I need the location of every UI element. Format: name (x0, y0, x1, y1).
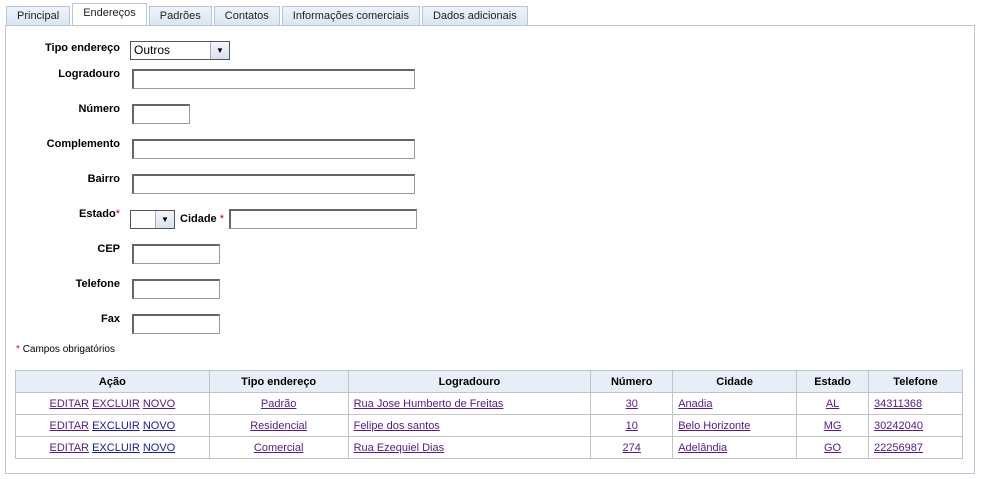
cep-input[interactable] (132, 244, 220, 264)
tipo-endereco-value: Outros (134, 43, 171, 57)
numero-link[interactable]: 10 (626, 420, 638, 432)
telefone-input[interactable] (132, 279, 220, 299)
tab-informacoes-comerciais[interactable]: Informações comerciais (281, 6, 420, 25)
fax-label: Fax (101, 313, 120, 325)
estado-link[interactable]: MG (824, 420, 842, 432)
numero-link[interactable]: 30 (626, 398, 638, 410)
tab-padroes[interactable]: Padrões (148, 6, 212, 25)
telefone-link[interactable]: 30242040 (874, 420, 923, 432)
required-note-text: Campos obrigatórios (22, 344, 115, 355)
col-numero: Número (590, 370, 674, 393)
bairro-input[interactable] (132, 174, 415, 194)
logradouro-link[interactable]: Felipe dos santos (354, 420, 440, 432)
tab-bar: Principal Endereços Padrões Contatos Inf… (6, 3, 528, 25)
editar-link[interactable]: EDITAR (49, 398, 89, 410)
fax-input[interactable] (132, 314, 220, 334)
complemento-input[interactable] (132, 139, 415, 159)
bairro-label: Bairro (87, 173, 120, 185)
col-tipo: Tipo endereço (208, 370, 349, 393)
editar-link[interactable]: EDITAR (49, 420, 89, 432)
tipo-endereco-label: Tipo endereço (45, 42, 120, 54)
tab-enderecos[interactable]: Endereços (72, 3, 147, 25)
tipo-link[interactable]: Comercial (254, 442, 304, 454)
excluir-link[interactable]: EXCLUIR (92, 420, 140, 432)
tipo-link[interactable]: Padrão (261, 398, 296, 410)
telefone-link[interactable]: 22256987 (874, 442, 923, 454)
table-row: EDITAR EXCLUIR NOVO Residencial Felipe d… (15, 414, 963, 437)
required-mark: * (219, 213, 225, 225)
excluir-link[interactable]: EXCLUIR (92, 398, 140, 410)
required-mark: * (16, 344, 20, 355)
tab-principal[interactable]: Principal (6, 6, 71, 25)
excluir-link[interactable]: EXCLUIR (92, 442, 140, 454)
logradouro-link[interactable]: Rua Jose Humberto de Freitas (354, 398, 504, 410)
table-header: Ação Tipo endereço Logradouro Número Cid… (15, 370, 963, 393)
logradouro-input[interactable] (132, 69, 415, 89)
logradouro-label: Logradouro (58, 68, 120, 80)
numero-link[interactable]: 274 (623, 442, 641, 454)
estado-link[interactable]: GO (824, 442, 841, 454)
cidade-input[interactable] (229, 209, 417, 229)
required-mark: * (115, 208, 120, 220)
complemento-label: Complemento (46, 138, 120, 150)
addresses-table: Ação Tipo endereço Logradouro Número Cid… (15, 370, 963, 459)
numero-input[interactable] (132, 104, 190, 124)
tab-dados-adicionais[interactable]: Dados adicionais (421, 6, 528, 25)
novo-link[interactable]: NOVO (143, 420, 175, 432)
estado-label: Estado (79, 208, 116, 220)
col-cidade: Cidade (672, 370, 798, 393)
table-row: EDITAR EXCLUIR NOVO Comercial Rua Ezequi… (15, 436, 963, 459)
cidade-label: Cidade (180, 213, 217, 225)
tipo-endereco-select[interactable]: Outros ▼ (130, 41, 230, 60)
col-acao: Ação (15, 370, 210, 393)
editar-link[interactable]: EDITAR (49, 442, 89, 454)
novo-link[interactable]: NOVO (143, 442, 175, 454)
cep-label: CEP (97, 243, 120, 255)
tipo-link[interactable]: Residencial (250, 420, 307, 432)
required-note: * Campos obrigatórios (16, 344, 115, 355)
telefone-link[interactable]: 34311368 (874, 398, 922, 410)
logradouro-link[interactable]: Rua Ezequiel Dias (354, 442, 445, 454)
novo-link[interactable]: NOVO (143, 398, 175, 410)
cidade-link[interactable]: Anadia (678, 398, 712, 410)
table-row: EDITAR EXCLUIR NOVO Padrão Rua Jose Humb… (15, 392, 963, 415)
tab-contatos[interactable]: Contatos (213, 6, 280, 25)
estado-select[interactable]: ▼ (130, 210, 175, 229)
col-logradouro: Logradouro (347, 370, 592, 393)
numero-label: Número (78, 103, 120, 115)
chevron-down-icon: ▼ (155, 211, 174, 228)
estado-link[interactable]: AL (826, 398, 839, 410)
col-telefone: Telefone (868, 370, 963, 393)
telefone-label: Telefone (75, 278, 120, 290)
cidade-link[interactable]: Belo Horizonte (678, 420, 750, 432)
cidade-link[interactable]: Adelândia (678, 442, 727, 454)
chevron-down-icon: ▼ (210, 42, 229, 59)
col-estado: Estado (796, 370, 870, 393)
